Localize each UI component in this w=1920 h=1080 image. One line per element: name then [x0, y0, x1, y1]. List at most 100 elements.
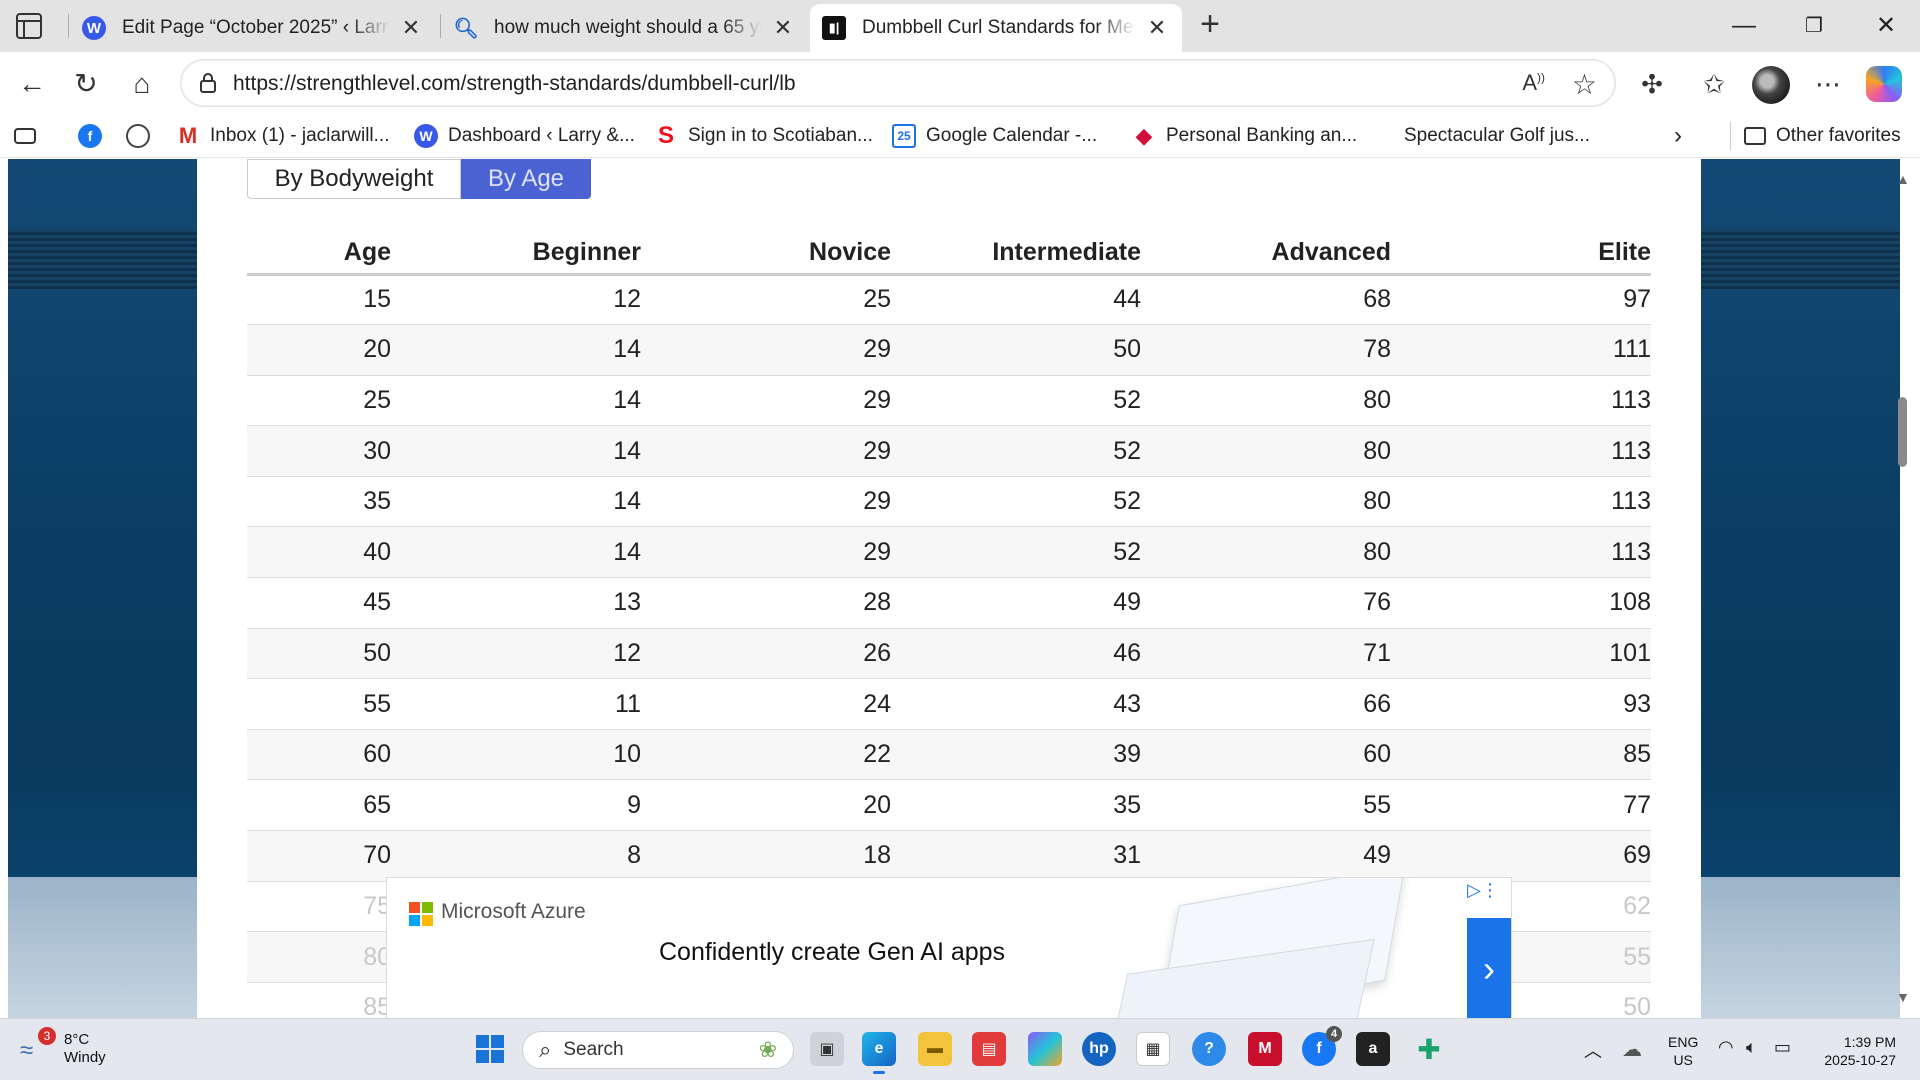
cell-novice: 24 [641, 678, 891, 730]
restore-button[interactable]: ❐ [1794, 8, 1834, 44]
column-header-elite: Elite [1391, 218, 1651, 276]
ad-headline[interactable]: Confidently create Gen AI apps [659, 938, 1005, 967]
new-tab-button[interactable]: + [1192, 6, 1228, 42]
close-window-button[interactable]: ✕ [1866, 8, 1906, 44]
scroll-up-icon[interactable]: ▲ [1896, 171, 1910, 187]
table-row: 15 12 25 44 68 97 [247, 274, 1651, 326]
cell-novice: 29 [641, 375, 891, 427]
page-viewport: By Bodyweight By Age Age Beginner Novice In… [0, 159, 1920, 1018]
health-plus-icon[interactable]: ✚ [1412, 1032, 1446, 1066]
scrollbar-thumb[interactable] [1898, 397, 1907, 467]
page-scrollbar[interactable]: ▲ ▼ [1892, 159, 1912, 1018]
cell-novice: 25 [641, 274, 891, 326]
favorite-label: Personal Banking an... [1166, 125, 1358, 146]
cell-novice: 29 [641, 526, 891, 579]
cell-beginner: 14 [391, 324, 641, 376]
favorite-scotiabank[interactable]: S Sign in to Scotiaban... [654, 122, 873, 150]
news-icon[interactable]: ▤ [972, 1032, 1006, 1066]
chevron-up-icon[interactable]: ︿ [1584, 1037, 1602, 1063]
refresh-button[interactable]: ↻ [68, 66, 104, 102]
cell-intermediate: 52 [891, 375, 1141, 427]
favorite-label: Dashboard ‹ Larry &... [448, 125, 635, 146]
scroll-down-icon[interactable]: ▼ [1896, 989, 1910, 1005]
cell-advanced: 80 [1141, 425, 1391, 477]
by-age-toggle[interactable]: By Age [461, 159, 591, 199]
tab-actions-icon[interactable] [16, 13, 42, 39]
facebook-app-icon[interactable]: f 4 [1302, 1026, 1342, 1066]
other-favorites[interactable]: Other favorites [1744, 122, 1901, 150]
task-view-icon[interactable]: ▣ [810, 1032, 844, 1066]
rbc-icon: ◆ [1135, 123, 1153, 148]
wifi-icon[interactable]: ◠ [1718, 1037, 1734, 1058]
extensions-icon[interactable]: ✣ [1634, 66, 1670, 102]
more-menu-icon[interactable]: ⋯ [1810, 66, 1846, 102]
collections-icon[interactable] [14, 122, 46, 150]
favorites-icon[interactable]: ✩ [1696, 66, 1732, 102]
onedrive-cloud-icon[interactable]: ☁ [1622, 1037, 1642, 1062]
cell-elite: 77 [1391, 779, 1651, 832]
cell-age: 20 [247, 324, 391, 376]
cell-age: 35 [247, 476, 391, 528]
tab-search[interactable]: 🔍︎ how much weight should a 65 yr old ✕ [442, 4, 808, 52]
copilot-icon[interactable] [1866, 66, 1902, 102]
by-bodyweight-toggle[interactable]: By Bodyweight [247, 159, 461, 199]
copilot-app-icon[interactable] [1028, 1032, 1062, 1066]
back-button[interactable]: ← [14, 66, 50, 102]
cell-elite: 93 [1391, 678, 1651, 730]
favorite-personal-banking[interactable]: ◆ Personal Banking an... [1132, 122, 1358, 150]
language-indicator[interactable]: ENG US [1668, 1033, 1698, 1069]
cell-novice: 29 [641, 425, 891, 477]
address-bar[interactable]: https://strengthlevel.com/strength-stand… [180, 59, 1616, 107]
tab-edit-page[interactable]: W Edit Page “October 2025” ‹ Larry & Jac… [70, 4, 436, 52]
cell-advanced: 80 [1141, 375, 1391, 427]
ad-arrow-button[interactable]: › [1467, 918, 1511, 1018]
start-button[interactable] [472, 1031, 508, 1067]
edge-icon[interactable]: e [862, 1032, 896, 1074]
mcafee-icon[interactable]: M [1248, 1032, 1282, 1066]
profile-avatar[interactable] [1752, 66, 1790, 104]
cell-intermediate: 39 [891, 729, 1141, 781]
clock[interactable]: 1:39 PM 2025-10-27 [1816, 1033, 1896, 1069]
favorite-inbox[interactable]: M Inbox (1) - jaclarwill... [176, 122, 390, 150]
adchoices-icon[interactable]: ▷⋮ [1467, 880, 1499, 901]
cell-intermediate: 52 [891, 425, 1141, 477]
favorite-dashboard[interactable]: W Dashboard ‹ Larry &... [414, 122, 635, 150]
ad-brand: Microsoft Azure [441, 900, 586, 923]
cell-beginner: 12 [391, 628, 641, 680]
region-code: US [1673, 1052, 1693, 1068]
table-row: 25 14 29 52 80 113 [247, 375, 1651, 427]
close-icon[interactable]: ✕ [770, 15, 796, 41]
battery-icon[interactable]: ▭ [1774, 1037, 1791, 1058]
cell-novice: 22 [641, 729, 891, 781]
lock-icon[interactable] [197, 72, 219, 94]
weather-temp: 8°C [64, 1031, 90, 1048]
ad-banner[interactable]: Microsoft Azure Confidently create Gen A… [386, 877, 1512, 1018]
volume-icon[interactable]: 🔈︎ [1746, 1037, 1757, 1058]
store-icon[interactable]: ▦ [1136, 1032, 1170, 1066]
minimize-button[interactable]: — [1724, 8, 1764, 44]
home-button[interactable]: ⌂ [124, 66, 160, 102]
favorite-star-icon[interactable]: ☆ [1572, 68, 1597, 101]
column-header-beginner: Beginner [391, 218, 641, 276]
hp-icon[interactable]: hp [1082, 1032, 1116, 1066]
help-icon[interactable]: ? [1192, 1032, 1226, 1066]
amazon-icon[interactable]: a [1356, 1032, 1390, 1066]
chevron-right-icon[interactable]: › [1674, 122, 1682, 150]
wind-icon: ≈ 3 [20, 1027, 56, 1064]
table-row: 35 14 29 52 80 113 [247, 476, 1651, 528]
windows-logo-icon [476, 1035, 504, 1063]
close-icon[interactable]: ✕ [1144, 15, 1170, 41]
facebook-favorite[interactable]: f [78, 122, 112, 150]
favorite-golf[interactable]: Spectacular Golf jus... [1370, 122, 1590, 150]
taskbar-search[interactable]: ⌕ Search ❀ [522, 1031, 794, 1069]
favorite-calendar[interactable]: 25 Google Calendar -... [892, 122, 1097, 150]
cell-beginner: 12 [391, 274, 641, 326]
read-aloud-icon[interactable]: A)) [1522, 70, 1545, 96]
tab-dumbbell-curl-standards[interactable]: ▮| Dumbbell Curl Standards for Men and W… [810, 4, 1182, 52]
close-icon[interactable]: ✕ [398, 15, 424, 41]
table-row: 45 13 28 49 76 108 [247, 577, 1651, 629]
file-explorer-icon[interactable]: ▬ [918, 1032, 952, 1066]
weather-widget[interactable]: ≈ 3 8°C Windy [20, 1027, 106, 1067]
url-text[interactable]: https://strengthlevel.com/strength-stand… [233, 72, 796, 96]
globe-favorite[interactable] [126, 122, 160, 150]
